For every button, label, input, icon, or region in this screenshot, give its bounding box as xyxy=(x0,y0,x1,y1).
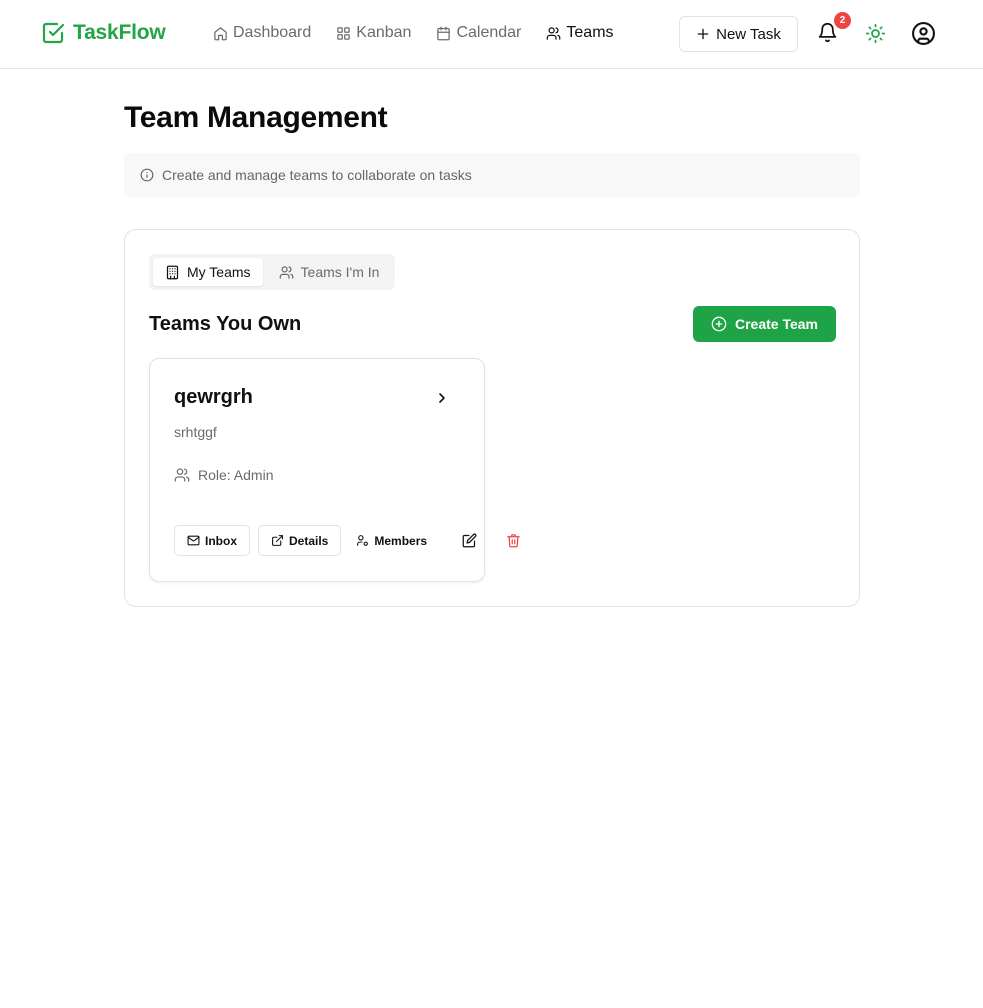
details-button[interactable]: Details xyxy=(258,525,342,556)
user-menu-button[interactable] xyxy=(911,21,937,47)
brand-logo[interactable]: TaskFlow xyxy=(41,21,166,45)
create-team-button[interactable]: Create Team xyxy=(693,306,836,342)
section-title: Teams You Own xyxy=(149,313,302,335)
building-icon xyxy=(166,265,179,279)
brand-name: TaskFlow xyxy=(73,21,166,44)
members-button[interactable]: Members xyxy=(349,525,435,556)
teams-tabs: My Teams Teams I'm In xyxy=(149,254,396,290)
tab-teams-im-in[interactable]: Teams I'm In xyxy=(267,258,392,286)
delete-team-button[interactable] xyxy=(500,525,526,556)
nav-item-calendar[interactable]: Calendar xyxy=(436,24,521,42)
theme-toggle-button[interactable] xyxy=(865,23,887,45)
team-description: srhtggf xyxy=(174,424,217,440)
members-label: Members xyxy=(374,533,428,548)
nav-label: Teams xyxy=(566,24,614,41)
teams-panel: My Teams Teams I'm In Teams You Own Crea… xyxy=(124,229,860,607)
nav-item-kanban[interactable]: Kanban xyxy=(336,24,411,42)
external-link-icon xyxy=(272,535,283,546)
open-team-button[interactable] xyxy=(434,390,452,408)
home-icon xyxy=(214,26,227,40)
plus-circle-icon xyxy=(711,316,727,332)
inbox-label: Inbox xyxy=(205,533,237,548)
info-icon xyxy=(140,168,154,182)
team-actions: Inbox Details Members xyxy=(174,525,526,556)
users-icon xyxy=(174,468,190,482)
nav-label: Dashboard xyxy=(233,24,312,41)
chevron-right-icon xyxy=(439,393,445,403)
nav-label: Kanban xyxy=(356,24,412,41)
top-header: TaskFlow Dashboard Kanban Calendar Teams… xyxy=(0,0,983,69)
nav-item-dashboard[interactable]: Dashboard xyxy=(213,24,311,42)
calendar-icon xyxy=(437,26,451,40)
trash-icon xyxy=(506,534,520,548)
grid-icon xyxy=(337,26,351,40)
nav-item-teams[interactable]: Teams xyxy=(546,24,614,42)
team-role-label: Role: Admin xyxy=(198,467,274,483)
edit-icon xyxy=(462,533,476,548)
page-title: Team Management xyxy=(124,101,388,134)
user-cog-icon xyxy=(357,535,369,546)
create-team-label: Create Team xyxy=(734,316,818,332)
users-icon xyxy=(547,26,561,40)
edit-team-button[interactable] xyxy=(456,525,482,556)
team-name: qewrgrh xyxy=(174,386,253,408)
notification-badge: 2 xyxy=(834,12,851,29)
new-task-label: New Task xyxy=(716,25,781,43)
inbox-button[interactable]: Inbox xyxy=(174,525,250,556)
user-circle-icon xyxy=(912,22,935,45)
team-card: qewrgrh srhtggf Role: Admin Inbox Detail… xyxy=(149,358,520,582)
users-icon xyxy=(279,265,293,279)
main-nav: Dashboard Kanban Calendar Teams xyxy=(213,24,639,42)
team-role: Role: Admin xyxy=(174,467,273,483)
tab-label: Teams I'm In xyxy=(300,264,380,280)
nav-label: Calendar xyxy=(456,24,522,41)
new-task-button[interactable]: New Task xyxy=(679,16,798,52)
check-square-icon xyxy=(42,22,65,44)
info-text: Create and manage teams to collaborate o… xyxy=(162,167,472,183)
tab-my-teams[interactable]: My Teams xyxy=(153,258,263,286)
tab-label: My Teams xyxy=(187,264,251,280)
plus-icon xyxy=(697,28,709,40)
sun-icon xyxy=(865,23,886,44)
info-banner: Create and manage teams to collaborate o… xyxy=(124,153,860,197)
mail-icon xyxy=(187,535,200,546)
details-label: Details xyxy=(289,533,329,548)
